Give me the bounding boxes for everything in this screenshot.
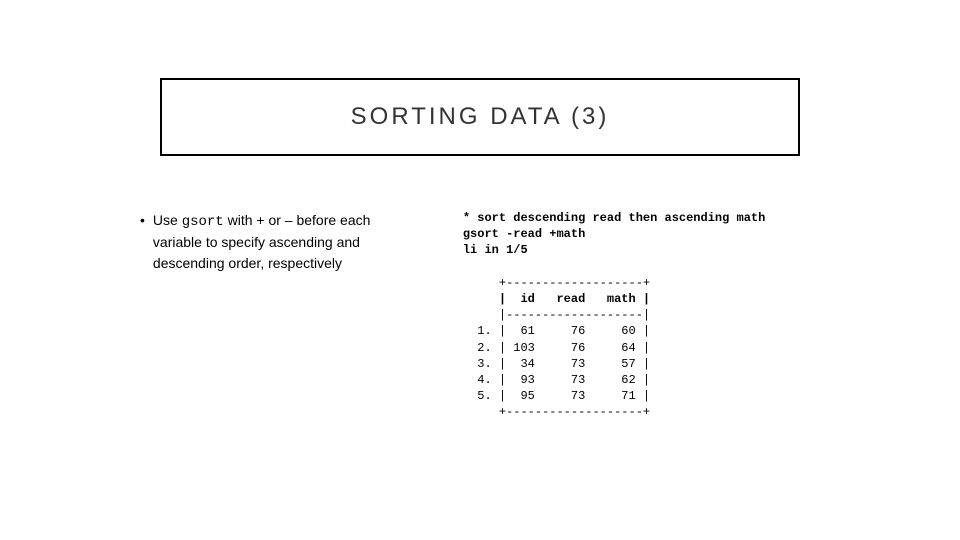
bullet-pre: Use — [153, 212, 182, 228]
table-row: 3. | 34 73 57 | — [463, 357, 650, 371]
gsort-code: gsort — [182, 214, 224, 230]
table-separator: |-------------------| — [463, 308, 650, 322]
code-output: * sort descending read then ascending ma… — [463, 210, 840, 420]
table-row: 5. | 95 73 71 | — [463, 389, 650, 403]
table-row: 4. | 93 73 62 | — [463, 373, 650, 387]
table-border-bottom: +-------------------+ — [463, 405, 650, 419]
slide-title: SORTING DATA (3) — [351, 103, 610, 131]
content-area: • Use gsort with + or – before each vari… — [140, 210, 840, 420]
table-header: | id read math | — [463, 292, 650, 306]
table-row: 2. | 103 76 64 | — [463, 341, 650, 355]
code-cmd2: li in 1/5 — [463, 243, 528, 257]
table-row: 1. | 61 76 60 | — [463, 324, 650, 338]
code-cmd1: gsort -read +math — [463, 227, 585, 241]
table-border-top: +-------------------+ — [463, 276, 650, 290]
code-comment: * sort descending read then ascending ma… — [463, 211, 765, 225]
bullet-item: • Use gsort with + or – before each vari… — [140, 210, 423, 273]
bullet-text: Use gsort with + or – before each variab… — [153, 210, 423, 273]
title-box: SORTING DATA (3) — [160, 78, 800, 156]
bullet-marker: • — [140, 210, 145, 273]
left-column: • Use gsort with + or – before each vari… — [140, 210, 423, 420]
